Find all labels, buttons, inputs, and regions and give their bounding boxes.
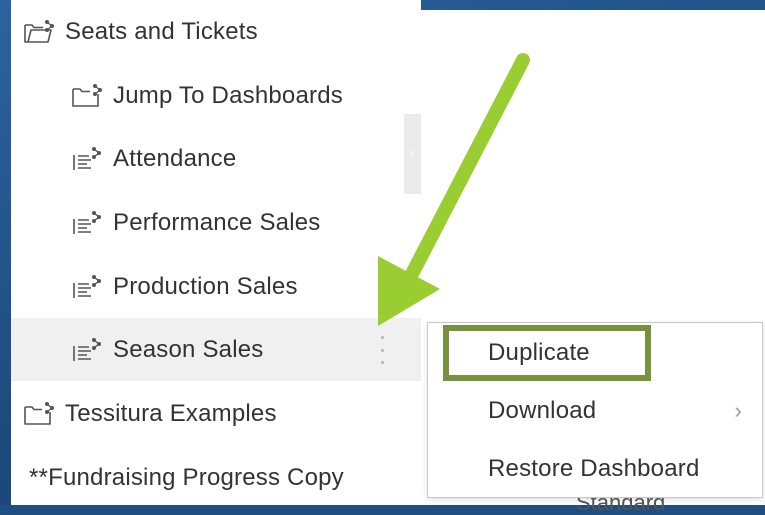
dashboard-share-icon [71, 209, 103, 237]
sidebar-item-fundraising-progress-copy[interactable]: **Fundraising Progress Copy [11, 446, 421, 509]
folder-share-icon [23, 400, 55, 428]
sidebar-item-label: Performance Sales [113, 208, 321, 236]
sidebar-item-label: Seats and Tickets [65, 17, 258, 45]
sidebar-item-label: Jump To Dashboards [113, 81, 343, 109]
sidebar-item-season-sales[interactable]: Season Sales [11, 318, 421, 381]
sidebar-item-label: **Fundraising Progress Copy [29, 463, 344, 491]
sidebar-item-attendance[interactable]: Attendance [11, 127, 421, 190]
chevron-left-icon: ‹ [409, 145, 416, 162]
sidebar-item-jump-to-dashboards[interactable]: Jump To Dashboards [11, 64, 421, 127]
sidebar-item-label: Tessitura Examples [65, 399, 277, 427]
more-options-icon[interactable] [377, 336, 387, 364]
dashboard-share-icon [71, 145, 103, 173]
sidebar-item-performance-sales[interactable]: Performance Sales [11, 191, 421, 254]
menu-item-label: Restore Dashboard [488, 455, 700, 482]
menu-item-restore-dashboard[interactable]: Restore Dashboard [428, 441, 764, 497]
menu-item-label: Duplicate [488, 339, 590, 366]
dashboard-share-icon [71, 336, 103, 364]
menu-item-download[interactable]: Download › [428, 383, 764, 439]
sidebar-item-production-sales[interactable]: Production Sales [11, 255, 421, 318]
dashboard-share-icon [71, 273, 103, 301]
menu-item-duplicate[interactable]: Duplicate [428, 325, 764, 381]
sidebar-item-seats-and-tickets[interactable]: Seats and Tickets [11, 0, 421, 63]
sidebar-item-label: Production Sales [113, 272, 298, 300]
chevron-right-icon: › [734, 398, 742, 423]
sidebar-collapse-button[interactable]: ‹ [404, 114, 421, 194]
sidebar-item-label: Season Sales [113, 335, 264, 363]
sidebar-item-tessitura-examples[interactable]: Tessitura Examples [11, 382, 421, 445]
context-menu: Duplicate Download › Restore Dashboard [427, 322, 763, 498]
sidebar-item-label: Attendance [113, 144, 237, 172]
sidebar: Seats and Tickets Jump To Dashboards Att… [11, 0, 421, 505]
folder-share-icon [23, 18, 55, 46]
folder-share-icon [71, 82, 103, 110]
menu-item-label: Download [488, 397, 597, 424]
